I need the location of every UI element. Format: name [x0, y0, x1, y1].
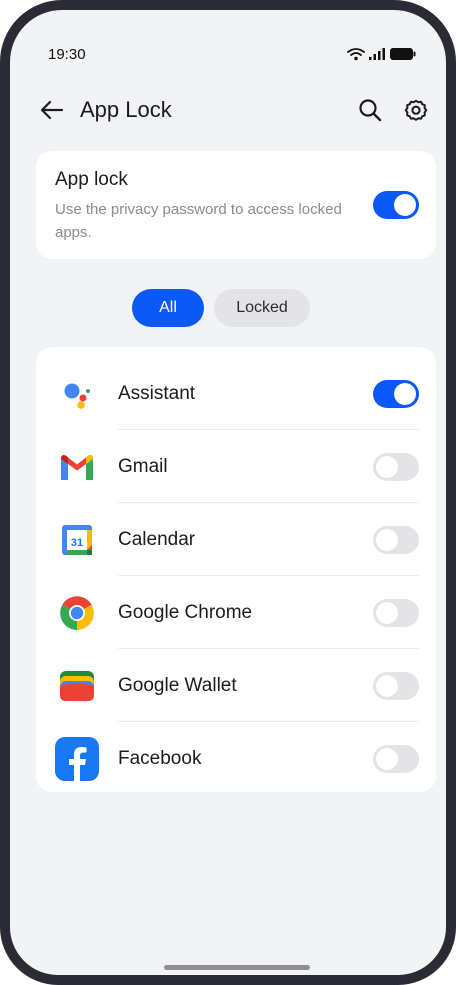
- filter-tabs: All Locked: [10, 289, 446, 327]
- app-name: Google Wallet: [118, 674, 237, 696]
- app-bar: App Lock: [36, 94, 432, 126]
- chrome-icon: [55, 591, 99, 635]
- status-icons: [347, 47, 416, 61]
- app-lock-description: Use the privacy password to access locke…: [55, 201, 342, 241]
- toggle-knob: [394, 382, 416, 405]
- status-bar: 19:30: [48, 44, 416, 64]
- list-item-assistant[interactable]: Assistant: [36, 357, 436, 430]
- app-name: Facebook: [118, 747, 202, 769]
- app-name: Calendar: [118, 528, 196, 550]
- home-indicator[interactable]: [164, 965, 310, 970]
- google-assistant-icon: [55, 372, 99, 416]
- app-lock-toggle-calendar[interactable]: [373, 525, 419, 554]
- app-name: Assistant: [118, 382, 196, 404]
- wifi-icon: [347, 47, 365, 61]
- app-lock-title: App lock: [55, 169, 128, 190]
- toggle-knob: [376, 601, 398, 624]
- filter-all-button[interactable]: All: [132, 289, 204, 327]
- app-lock-toggle-gmail[interactable]: [373, 452, 419, 481]
- list-item-chrome[interactable]: Google Chrome: [36, 576, 436, 649]
- gear-icon[interactable]: [400, 94, 432, 126]
- list-item-calendar[interactable]: 31 Calendar: [36, 503, 436, 576]
- toggle-knob: [376, 674, 398, 697]
- search-icon[interactable]: [354, 94, 386, 126]
- facebook-icon: [55, 736, 99, 781]
- status-time: 19:30: [48, 45, 86, 63]
- arrow-left-icon[interactable]: [36, 94, 68, 126]
- app-lock-toggle-wallet[interactable]: [373, 671, 419, 700]
- svg-text:31: 31: [71, 537, 83, 549]
- toggle-knob: [394, 194, 416, 216]
- google-calendar-icon: 31: [55, 518, 99, 562]
- app-lock-toggle[interactable]: [373, 191, 419, 219]
- phone-screen: 19:30 App Lock App lock Use the privacy …: [0, 0, 456, 985]
- list-item-facebook[interactable]: Facebook: [36, 722, 436, 795]
- app-lock-card: App lock Use the privacy password to acc…: [36, 151, 436, 259]
- apps-list: Assistant Gmail 31 Calendar Google Chrom…: [36, 347, 436, 792]
- page-title: App Lock: [80, 97, 172, 122]
- app-lock-toggle-chrome[interactable]: [373, 598, 419, 627]
- signal-icon: [369, 48, 386, 60]
- toggle-knob: [376, 747, 398, 770]
- toggle-knob: [376, 528, 398, 551]
- list-item-gmail[interactable]: Gmail: [36, 430, 436, 503]
- app-name: Gmail: [118, 455, 168, 477]
- battery-icon: [390, 48, 416, 60]
- gmail-icon: [55, 445, 99, 489]
- app-name: Google Chrome: [118, 601, 253, 623]
- filter-locked-button[interactable]: Locked: [214, 289, 310, 327]
- google-wallet-icon: [55, 664, 99, 708]
- toggle-knob: [376, 455, 398, 478]
- list-item-wallet[interactable]: Google Wallet: [36, 649, 436, 722]
- app-lock-toggle-facebook[interactable]: [373, 744, 419, 773]
- app-lock-toggle-assistant[interactable]: [373, 379, 419, 408]
